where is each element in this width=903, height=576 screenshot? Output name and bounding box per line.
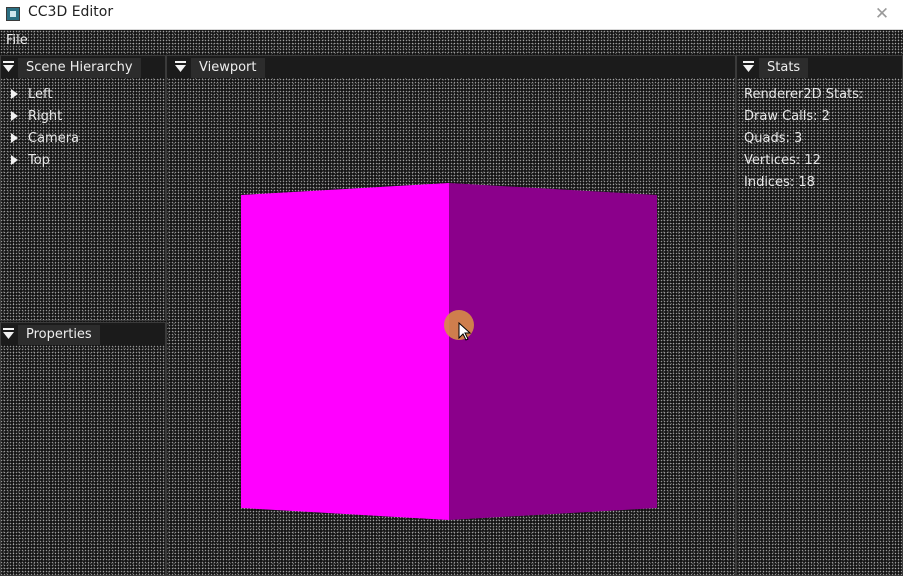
stats-panel: Stats Renderer2D Stats: Draw Calls: 2 Qu… [736,55,903,576]
collapse-arrow-icon[interactable] [743,60,755,74]
hierarchy-item-camera[interactable]: Camera [11,129,79,149]
stats-quads: Quads: 3 [744,131,803,146]
cube-right-face [449,183,657,520]
properties-tabbar: Properties [1,323,165,345]
expand-arrow-icon[interactable] [11,110,18,121]
hierarchy-item-label: Right [28,109,63,124]
mouse-cursor-icon [458,322,472,341]
collapse-arrow-icon[interactable] [3,327,15,341]
scene-hierarchy-panel: Scene Hierarchy Left Right Camera Top [0,55,166,321]
collapse-arrow-icon[interactable] [3,60,15,74]
hierarchy-item-label: Left [28,87,53,102]
menu-bar: File [0,30,903,52]
hierarchy-item-left[interactable]: Left [11,85,52,105]
stats-vertices: Vertices: 12 [744,153,821,168]
stats-heading: Renderer2D Stats: [744,87,864,102]
scene-hierarchy-tabbar: Scene Hierarchy [1,56,165,78]
stats-tabbar: Stats [737,56,902,78]
viewport-tabbar: Viewport [167,56,735,78]
app-icon [6,7,20,21]
hierarchy-item-right[interactable]: Right [11,107,62,127]
stats-indices: Indices: 18 [744,175,815,190]
window-title: CC3D Editor [28,4,114,20]
expand-arrow-icon[interactable] [11,88,18,99]
properties-panel: Properties [0,322,166,576]
cube-left-face [241,183,449,520]
hierarchy-item-label: Top [28,153,50,168]
tab-viewport[interactable]: Viewport [191,58,265,78]
hierarchy-item-top[interactable]: Top [11,151,50,171]
menu-file[interactable]: File [6,33,28,48]
close-icon: ✕ [874,4,890,24]
expand-arrow-icon[interactable] [11,154,18,165]
collapse-arrow-icon[interactable] [175,60,187,74]
tab-properties[interactable]: Properties [18,325,100,345]
hierarchy-item-label: Camera [28,131,80,146]
tab-stats[interactable]: Stats [759,58,809,78]
window-title-bar: CC3D Editor ✕ [0,0,903,30]
tab-scene-hierarchy[interactable]: Scene Hierarchy [18,58,141,78]
stats-draw-calls: Draw Calls: 2 [744,109,830,124]
expand-arrow-icon[interactable] [11,132,18,143]
close-button[interactable]: ✕ [867,0,897,29]
